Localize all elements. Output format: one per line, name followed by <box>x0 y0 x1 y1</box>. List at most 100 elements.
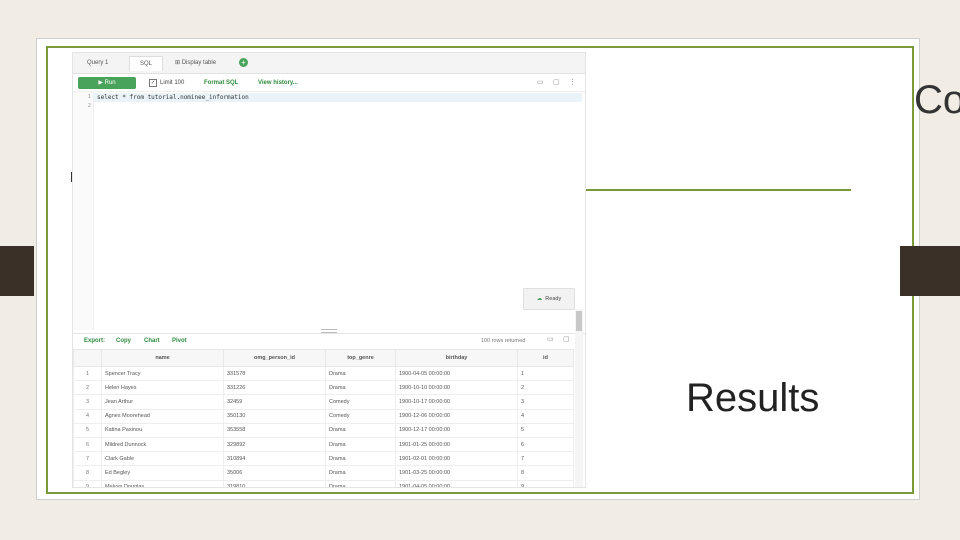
table-cell[interactable]: 5 <box>73 422 102 438</box>
table-cell[interactable]: Drama <box>325 479 396 487</box>
table-cell[interactable]: 9 <box>73 479 102 487</box>
table-row[interactable]: 2 Helen Hayes 331226 Drama 1900-10-10 00:00:… <box>73 380 574 396</box>
table-cell[interactable]: 2 <box>517 380 574 396</box>
table-cell[interactable]: 5 <box>517 422 574 438</box>
table-cell[interactable]: Jean Arthur <box>101 394 224 410</box>
pivot-link[interactable]: Pivot <box>172 337 187 345</box>
table-cell[interactable]: 9 <box>517 479 574 487</box>
table-cell[interactable]: Drama <box>325 465 396 481</box>
table-cell[interactable]: 7 <box>73 451 102 467</box>
table-row[interactable]: 3 Jean Arthur 32459 Comedy 1900-10-17 00:00:… <box>73 394 574 410</box>
sql-code[interactable]: select * from tutorial.nominee_informati… <box>97 94 249 101</box>
limit-label: Limit 100 <box>160 80 185 86</box>
run-button[interactable]: ▶ Run <box>78 77 136 89</box>
line-number: 2 <box>87 103 91 109</box>
maximize-icon[interactable]: ▢ <box>553 79 560 87</box>
minimize-results-icon[interactable]: ▭ <box>547 336 554 344</box>
results-scrollbar[interactable] <box>575 309 583 487</box>
table-cell[interactable]: 6 <box>73 436 102 453</box>
table-cell[interactable]: Drama <box>325 422 396 438</box>
tab-display-table[interactable]: ⊞ Display table <box>169 56 222 71</box>
table-cell[interactable]: 1900-10-10 00:00:00 <box>395 380 518 396</box>
table-cell[interactable]: 1901-01-25 00:00:00 <box>395 436 518 453</box>
table-cell[interactable]: 1901-02-01 00:00:00 <box>395 451 518 467</box>
table-cell[interactable]: 331226 <box>223 380 326 396</box>
right-decor-tab <box>900 246 960 296</box>
table-cell[interactable]: 4 <box>73 408 102 424</box>
table-row[interactable]: 8 Ed Begley 35006 Drama 1901-03-25 00:00:00 8 <box>73 465 574 481</box>
table-cell[interactable]: 329892 <box>223 436 326 453</box>
scrollbar-thumb[interactable] <box>576 311 582 331</box>
table-icon: ⊞ <box>175 60 182 66</box>
add-tab-icon[interactable]: + <box>239 58 248 67</box>
table-row[interactable]: 9 Melvyn Douglas 319810 Drama 1901-04-05 00:… <box>73 479 574 487</box>
table-cell[interactable]: Comedy <box>325 394 396 410</box>
tab-bar: Query 1 SQL ⊞ Display table + <box>73 53 585 74</box>
table-cell[interactable]: Spencer Tracy <box>101 365 224 382</box>
table-cell[interactable]: Katina Paxinou <box>101 422 224 438</box>
format-sql-link[interactable]: Format SQL <box>204 78 238 88</box>
table-cell[interactable]: Clark Gable <box>101 451 224 467</box>
table-cell[interactable]: 32459 <box>223 394 326 410</box>
chart-link[interactable]: Chart <box>144 337 160 345</box>
table-cell[interactable]: Mildred Dunnock <box>101 436 224 453</box>
table-cell[interactable]: Comedy <box>325 408 396 424</box>
table-row[interactable]: 5 Katina Paxinou 353558 Drama 1900-12-17 00:… <box>73 422 574 438</box>
toolbar: ▶ Run ✓ Limit 100 Format SQL View histor… <box>73 75 585 91</box>
table-cell[interactable]: Ed Begley <box>101 465 224 481</box>
maximize-results-icon[interactable]: ▢ <box>563 336 570 344</box>
results-table: name omg_person_id top_genre birthday id… <box>73 349 574 487</box>
table-cell[interactable]: 4 <box>517 408 574 424</box>
table-cell[interactable]: Drama <box>325 451 396 467</box>
table-cell[interactable]: 1900-12-17 00:00:00 <box>395 422 518 438</box>
table-cell[interactable]: 1900-12-06 00:00:00 <box>395 408 518 424</box>
table-cell[interactable]: 310894 <box>223 451 326 467</box>
table-cell[interactable]: 331578 <box>223 365 326 382</box>
column-header[interactable]: name <box>101 349 224 367</box>
column-header[interactable]: omg_person_id <box>223 349 326 367</box>
table-cell[interactable]: Helen Hayes <box>101 380 224 396</box>
view-history-link[interactable]: View history... <box>258 78 298 88</box>
sql-editor-screenshot: Query 1 SQL ⊞ Display table + ▶ Run ✓ Li… <box>72 52 586 488</box>
table-cell[interactable]: 1 <box>517 365 574 382</box>
column-header[interactable]: birthday <box>395 349 518 367</box>
table-cell[interactable]: 6 <box>517 436 574 453</box>
table-cell[interactable]: 1 <box>73 365 102 382</box>
table-cell[interactable]: 353558 <box>223 422 326 438</box>
table-cell[interactable]: 1900-04-05 00:00:00 <box>395 365 518 382</box>
copy-link[interactable]: Copy <box>116 337 131 345</box>
table-cell[interactable]: 2 <box>73 380 102 396</box>
table-row[interactable]: 1 Spencer Tracy 331578 Drama 1900-04-05 00:0… <box>73 365 574 382</box>
limit-checkbox[interactable]: ✓ <box>149 79 157 87</box>
status-ready-button[interactable]: ☁ Ready <box>523 288 575 310</box>
column-header[interactable]: id <box>517 349 574 367</box>
table-row[interactable]: 6 Mildred Dunnock 329892 Drama 1901-01-25 00… <box>73 436 574 453</box>
table-cell[interactable]: 7 <box>517 451 574 467</box>
table-cell[interactable]: 3 <box>73 394 102 410</box>
tab-query-1[interactable]: Query 1 <box>81 56 114 71</box>
table-row[interactable]: 7 Clark Gable 310894 Drama 1901-02-01 00:00:… <box>73 451 574 467</box>
column-header[interactable]: top_genre <box>325 349 396 367</box>
table-cell[interactable]: 1900-10-17 00:00:00 <box>395 394 518 410</box>
cloud-icon: ☁ <box>536 296 543 302</box>
table-cell[interactable]: 8 <box>73 465 102 481</box>
table-cell[interactable]: Agnes Moorehead <box>101 408 224 424</box>
table-cell[interactable]: 8 <box>517 465 574 481</box>
table-cell[interactable]: 1901-03-25 00:00:00 <box>395 465 518 481</box>
code-editor[interactable]: 1 2 select * from tutorial.nominee_infor… <box>73 91 585 330</box>
table-cell[interactable]: Drama <box>325 436 396 453</box>
table-cell[interactable]: 350130 <box>223 408 326 424</box>
table-cell[interactable]: Melvyn Douglas <box>101 479 224 487</box>
column-header[interactable] <box>73 349 102 367</box>
table-cell[interactable]: 1901-04-05 00:00:00 <box>395 479 518 487</box>
table-cell[interactable]: 319810 <box>223 479 326 487</box>
more-icon[interactable]: ⋮ <box>569 79 576 87</box>
minimize-icon[interactable]: ▭ <box>537 79 544 87</box>
tab-display-table-label: Display table <box>181 60 217 66</box>
table-cell[interactable]: Drama <box>325 380 396 396</box>
table-cell[interactable]: 35006 <box>223 465 326 481</box>
table-cell[interactable]: Drama <box>325 365 396 382</box>
table-row[interactable]: 4 Agnes Moorehead 350130 Comedy 1900-12-06 0… <box>73 408 574 424</box>
table-cell[interactable]: 3 <box>517 394 574 410</box>
tab-sql[interactable]: SQL <box>129 56 163 71</box>
